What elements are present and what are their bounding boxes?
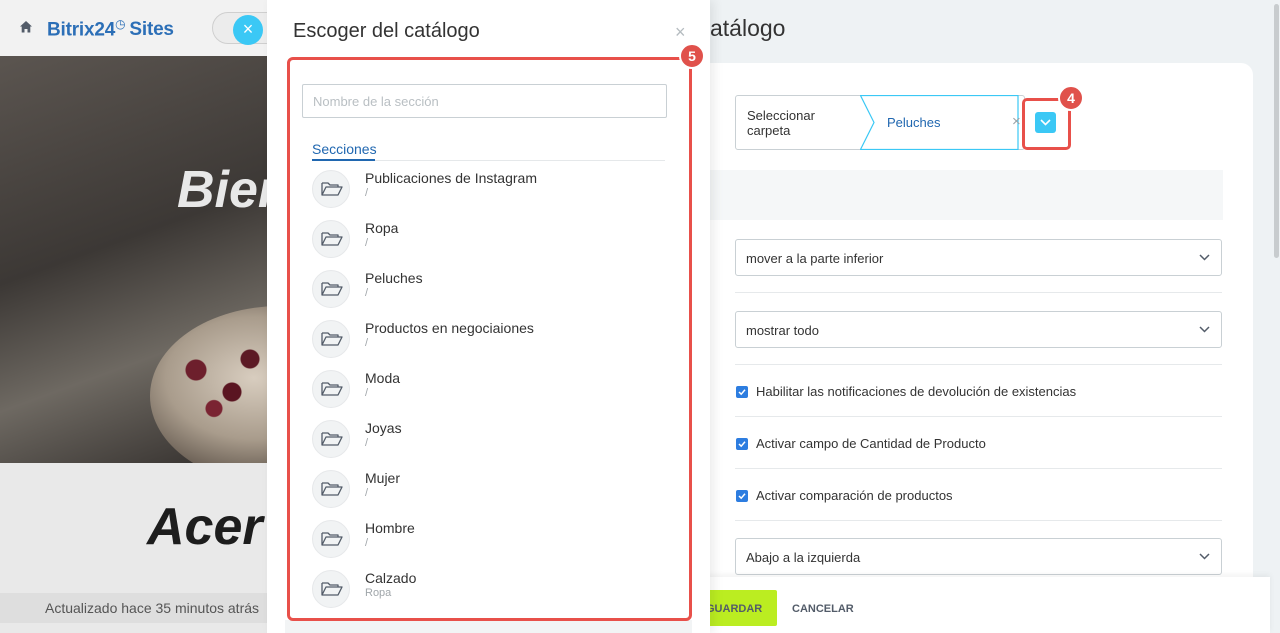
chevron-down-icon	[1199, 254, 1210, 261]
folder-select-label: Seleccionar carpeta	[747, 108, 815, 138]
checkbox-product-compare[interactable]: Activar comparación de productos	[736, 488, 953, 503]
divider	[735, 416, 1222, 417]
highlight-section-list	[287, 57, 692, 621]
checkbox-quantity-field[interactable]: Activar campo de Cantidad de Producto	[736, 436, 986, 451]
position-select-value: mover a la parte inferior	[746, 251, 884, 266]
alignment-select[interactable]: Abajo a la izquierda	[735, 538, 1222, 575]
hero-berries	[160, 326, 280, 436]
divider	[735, 520, 1222, 521]
cancel-button[interactable]: CANCELAR	[792, 603, 854, 615]
brand-suffix: Sites	[129, 19, 174, 41]
checkbox-checked-icon[interactable]	[736, 490, 748, 502]
checkbox-checked-icon[interactable]	[736, 438, 748, 450]
page-scrollbar[interactable]	[1274, 4, 1279, 258]
divider	[735, 364, 1222, 365]
checkbox-label: Activar campo de Cantidad de Producto	[756, 436, 986, 451]
chip-shape	[860, 95, 1019, 150]
checkbox-label: Habilitar las notificaciones de devoluci…	[756, 384, 1077, 399]
picker-title: Escoger del catálogo	[293, 20, 480, 42]
settings-grey-band	[710, 170, 1223, 220]
chevron-down-icon	[1199, 326, 1210, 333]
display-select[interactable]: mostrar todo	[735, 311, 1222, 348]
chevron-down-icon	[1199, 553, 1210, 560]
chip-remove-icon[interactable]: ×	[1012, 113, 1021, 130]
home-icon[interactable]	[18, 19, 34, 35]
divider	[735, 292, 1222, 293]
picker-footer-strip	[285, 620, 692, 633]
checkbox-stock-notifications[interactable]: Habilitar las notificaciones de devoluci…	[736, 384, 1076, 399]
brand-name: Bitrix24	[47, 19, 116, 41]
display-select-value: mostrar todo	[746, 323, 819, 338]
checkbox-checked-icon[interactable]	[736, 386, 748, 398]
checkbox-label: Activar comparación de productos	[756, 488, 953, 503]
picker-close-icon[interactable]: ×	[675, 22, 686, 43]
updated-status: Actualizado hace 35 minutos atrás	[0, 593, 272, 623]
alignment-select-value: Abajo a la izquierda	[746, 550, 861, 565]
settings-title: atálogo	[710, 15, 786, 41]
brand-logo[interactable]: Bitrix24◷ Sites	[47, 17, 174, 41]
step-badge-5: 5	[679, 43, 705, 69]
save-button[interactable]: GUARDAR	[700, 590, 777, 626]
lower-heading: Acer	[147, 498, 263, 556]
settings-footer	[690, 577, 1270, 633]
clock-icon: ◷	[115, 17, 126, 31]
step-badge-4: 4	[1058, 85, 1084, 111]
folder-chip-label: Peluches	[887, 115, 941, 130]
divider	[735, 468, 1222, 469]
position-select[interactable]: mover a la parte inferior	[735, 239, 1222, 276]
close-slider-button[interactable]: ×	[233, 15, 263, 45]
folder-chip[interactable]	[860, 95, 1028, 150]
hero-image	[0, 56, 280, 463]
